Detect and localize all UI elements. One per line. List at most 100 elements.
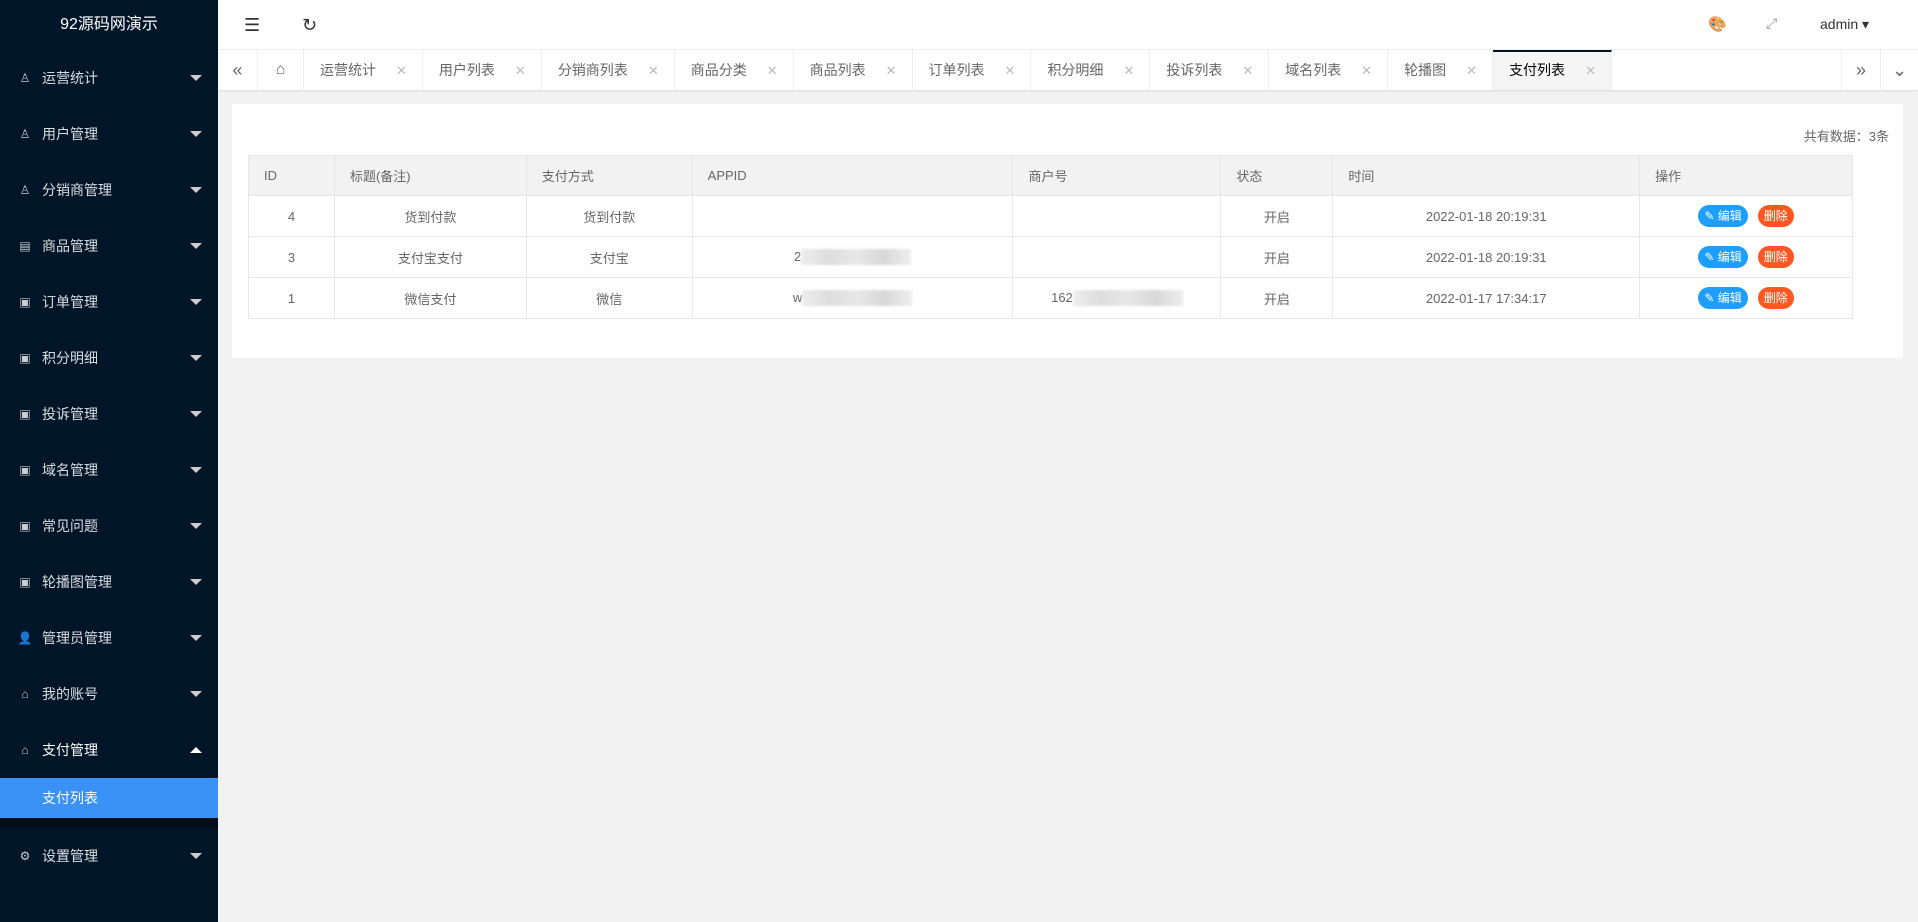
delete-button[interactable]: 删除 xyxy=(1757,287,1794,309)
tab-10[interactable]: 支付列表 ✕ xyxy=(1493,50,1612,90)
redacted-blur xyxy=(1072,290,1183,307)
fullscreen-icon[interactable]: ⤢ xyxy=(1766,15,1777,32)
sidebar-item-label: 商品管理 xyxy=(42,238,98,254)
title-cell: 支付宝支付 xyxy=(333,236,527,278)
sidebar-item-7[interactable]: ▣ 域名管理 xyxy=(0,442,218,498)
close-icon[interactable]: ✕ xyxy=(1242,63,1253,78)
image-icon: ▣ xyxy=(19,351,31,365)
edit-button[interactable]: ✎ 编辑 xyxy=(1698,205,1748,227)
app-logo: 92源码网演示 xyxy=(60,16,158,33)
edit-label: 编辑 xyxy=(1717,291,1742,305)
actions-cell: ✎ 编辑 删除 xyxy=(1639,195,1853,237)
tab-label: 商品分类 xyxy=(690,62,747,78)
close-icon[interactable]: ✕ xyxy=(1466,63,1477,78)
sidebar-item-8[interactable]: ▣ 常见问题 xyxy=(0,498,218,554)
tab-7[interactable]: 投诉列表 ✕ xyxy=(1150,50,1270,90)
caret-down-icon xyxy=(190,299,202,305)
sidebar-item-label: 常见问题 xyxy=(42,518,98,534)
close-icon[interactable]: ✕ xyxy=(1005,63,1016,78)
gear-icon: ⚙ xyxy=(19,849,31,863)
tabs-scroll-left-icon[interactable]: « xyxy=(218,50,258,90)
person-icon: 👤 xyxy=(17,631,33,645)
sidebar-item-2[interactable]: ♙ 分销商管理 xyxy=(0,162,218,218)
user-icon: ♙ xyxy=(19,127,31,141)
tab-label: 运营统计 xyxy=(320,62,376,78)
column-header: 标题(备注) xyxy=(333,155,527,196)
tab-label: 商品列表 xyxy=(809,62,866,78)
sidebar-item-label: 投诉管理 xyxy=(42,406,98,422)
tab-8[interactable]: 域名列表 ✕ xyxy=(1269,50,1389,90)
tab-label: 投诉列表 xyxy=(1166,62,1223,78)
close-icon[interactable]: ✕ xyxy=(648,63,659,78)
tab-label: 分销商列表 xyxy=(557,62,628,78)
home-tab-icon[interactable]: ⌂ xyxy=(258,50,304,90)
column-header: 支付方式 xyxy=(525,155,693,196)
appid-value: 2 xyxy=(793,248,802,264)
sidebar-item-13[interactable]: ⚙ 设置管理 xyxy=(0,828,218,884)
tab-6[interactable]: 积分明细 ✕ xyxy=(1031,50,1151,90)
time-cell: 2022-01-18 20:19:31 xyxy=(1332,236,1641,278)
tab-4[interactable]: 商品列表 ✕ xyxy=(794,50,913,90)
method-cell: 微信 xyxy=(525,277,693,319)
close-icon[interactable]: ✕ xyxy=(1585,63,1596,78)
caret-down-icon xyxy=(190,579,202,585)
edit-button[interactable]: ✎ 编辑 xyxy=(1698,246,1748,268)
document-icon: ▤ xyxy=(19,239,31,253)
sidebar-item-12[interactable]: ⌂ 支付管理 xyxy=(0,722,218,778)
sidebar-item-11[interactable]: ⌂ 我的账号 xyxy=(0,666,218,722)
close-icon[interactable]: ✕ xyxy=(396,63,407,78)
sidebar-item-0[interactable]: ♙ 运营统计 xyxy=(0,50,218,106)
tabs-scroll-right-icon[interactable]: » xyxy=(1841,50,1881,90)
status-cell: 开启 xyxy=(1220,195,1334,237)
id-cell: 1 xyxy=(248,277,335,319)
merchant-cell xyxy=(1012,195,1222,237)
sidebar-item-10[interactable]: 👤 管理员管理 xyxy=(0,610,218,666)
sidebar-item-label: 支付管理 xyxy=(42,742,98,758)
sidebar-item-5[interactable]: ▣ 积分明细 xyxy=(0,330,218,386)
username: admin xyxy=(1820,16,1859,32)
tab-2[interactable]: 分销商列表 ✕ xyxy=(542,50,675,90)
mch-value: 162 xyxy=(1051,289,1073,305)
title-cell: 货到付款 xyxy=(333,195,527,237)
tabs-dropdown-icon[interactable]: ⌄ xyxy=(1881,50,1918,90)
close-icon[interactable]: ✕ xyxy=(1123,63,1134,78)
tab-0[interactable]: 运营统计 ✕ xyxy=(304,50,423,90)
appid-value: w xyxy=(792,289,803,305)
close-icon[interactable]: ✕ xyxy=(886,63,897,78)
delete-button[interactable]: 删除 xyxy=(1757,246,1794,268)
close-icon[interactable]: ✕ xyxy=(515,63,526,78)
pencil-icon: ✎ xyxy=(1704,209,1715,223)
tab-1[interactable]: 用户列表 ✕ xyxy=(423,50,542,90)
sidebar-item-label: 运营统计 xyxy=(42,70,98,86)
close-icon[interactable]: ✕ xyxy=(767,63,778,78)
edit-button[interactable]: ✎ 编辑 xyxy=(1698,287,1748,309)
sidebar-item-4[interactable]: ▣ 订单管理 xyxy=(0,274,218,330)
sidebar-item-3[interactable]: ▤ 商品管理 xyxy=(0,218,218,274)
caret-down-icon xyxy=(190,187,202,193)
close-icon[interactable]: ✕ xyxy=(1361,63,1372,78)
menu-toggle-icon[interactable]: ☰ xyxy=(244,15,260,36)
time-cell: 2022-01-18 20:19:31 xyxy=(1332,195,1641,237)
sidebar-item-label: 我的账号 xyxy=(42,686,98,702)
sidebar-subitem-active[interactable]: 支付列表 xyxy=(0,778,218,818)
refresh-icon[interactable]: ↻ xyxy=(302,15,317,36)
caret-down-icon xyxy=(190,243,202,249)
sidebar-item-9[interactable]: ▣ 轮播图管理 xyxy=(0,554,218,610)
theme-palette-icon[interactable]: 🎨 xyxy=(1708,15,1727,33)
caret-down-icon xyxy=(190,75,202,81)
tab-3[interactable]: 商品分类 ✕ xyxy=(675,50,794,90)
column-header: 商户号 xyxy=(1012,155,1222,196)
tab-label: 支付列表 xyxy=(1509,62,1566,78)
method-cell: 货到付款 xyxy=(525,195,693,237)
image-icon: ▣ xyxy=(19,575,31,589)
tab-5[interactable]: 订单列表 ✕ xyxy=(913,50,1032,90)
user-menu[interactable]: admin ▾ xyxy=(1820,16,1869,33)
sidebar-item-6[interactable]: ▣ 投诉管理 xyxy=(0,386,218,442)
delete-button[interactable]: 删除 xyxy=(1757,205,1794,227)
sidebar-item-label: 设置管理 xyxy=(42,848,98,864)
sidebar-item-1[interactable]: ♙ 用户管理 xyxy=(0,106,218,162)
sidebar-item-label: 积分明细 xyxy=(42,350,98,366)
caret-down-icon xyxy=(190,355,202,361)
actions-cell: ✎ 编辑 删除 xyxy=(1639,277,1853,319)
tab-9[interactable]: 轮播图 ✕ xyxy=(1388,50,1494,90)
